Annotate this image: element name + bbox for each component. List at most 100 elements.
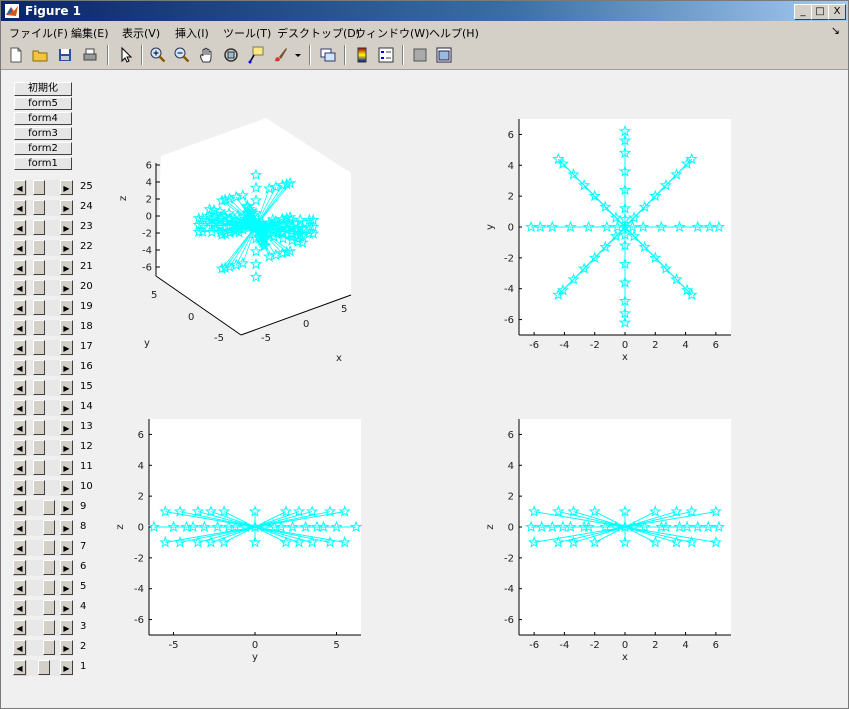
form3-button[interactable]: form3 xyxy=(14,127,72,140)
slider-thumb[interactable] xyxy=(33,180,46,195)
colorbar-icon[interactable] xyxy=(353,46,371,64)
slider-left-arrow-icon[interactable]: ◀ xyxy=(13,520,26,535)
slider-6[interactable]: ◀ ▶ xyxy=(13,560,73,576)
slider-right-arrow-icon[interactable]: ▶ xyxy=(60,580,73,595)
minimize-button[interactable]: _ xyxy=(794,4,812,20)
slider-right-arrow-icon[interactable]: ▶ xyxy=(60,200,73,215)
slider-left-arrow-icon[interactable]: ◀ xyxy=(13,660,26,675)
menu-window[interactable]: ウィンドウ(W) xyxy=(355,25,429,41)
slider-thumb[interactable] xyxy=(33,300,46,315)
slider-thumb[interactable] xyxy=(33,240,46,255)
menu-tools[interactable]: ツール(T) xyxy=(223,25,271,41)
slider-8[interactable]: ◀ ▶ xyxy=(13,520,73,536)
slider-right-arrow-icon[interactable]: ▶ xyxy=(60,280,73,295)
slider-right-arrow-icon[interactable]: ▶ xyxy=(60,420,73,435)
slider-12[interactable]: ◀ ▶ xyxy=(13,440,73,456)
slider-left-arrow-icon[interactable]: ◀ xyxy=(13,340,26,355)
slider-9[interactable]: ◀ ▶ xyxy=(13,500,73,516)
slider-right-arrow-icon[interactable]: ▶ xyxy=(60,620,73,635)
save-icon[interactable] xyxy=(56,46,74,64)
menu-file[interactable]: ファイル(F) xyxy=(9,25,68,41)
slider-right-arrow-icon[interactable]: ▶ xyxy=(60,240,73,255)
menu-desktop[interactable]: デスクトップ(D) xyxy=(277,25,360,41)
slider-right-arrow-icon[interactable]: ▶ xyxy=(60,500,73,515)
slider-thumb[interactable] xyxy=(33,340,46,355)
slider-thumb[interactable] xyxy=(43,500,56,515)
slider-left-arrow-icon[interactable]: ◀ xyxy=(13,540,26,555)
slider-left-arrow-icon[interactable]: ◀ xyxy=(13,360,26,375)
slider-left-arrow-icon[interactable]: ◀ xyxy=(13,260,26,275)
slider-thumb[interactable] xyxy=(33,280,46,295)
slider-thumb[interactable] xyxy=(33,480,46,495)
slider-10[interactable]: ◀ ▶ xyxy=(13,480,73,496)
slider-left-arrow-icon[interactable]: ◀ xyxy=(13,220,26,235)
slider-11[interactable]: ◀ ▶ xyxy=(13,460,73,476)
slider-left-arrow-icon[interactable]: ◀ xyxy=(13,500,26,515)
menu-view[interactable]: 表示(V) xyxy=(122,25,160,41)
slider-left-arrow-icon[interactable]: ◀ xyxy=(13,640,26,655)
slider-right-arrow-icon[interactable]: ▶ xyxy=(60,520,73,535)
menu-edit[interactable]: 編集(E) xyxy=(71,25,109,41)
slider-thumb[interactable] xyxy=(43,520,56,535)
slider-thumb[interactable] xyxy=(43,560,56,575)
slider-7[interactable]: ◀ ▶ xyxy=(13,540,73,556)
slider-thumb[interactable] xyxy=(43,580,56,595)
slider-25[interactable]: ◀ ▶ xyxy=(13,180,73,196)
slider-left-arrow-icon[interactable]: ◀ xyxy=(13,180,26,195)
slider-right-arrow-icon[interactable]: ▶ xyxy=(60,660,73,675)
axes-side-view-xz[interactable]: -6 -4 -2 0 2 4 6 6 4 2 0 -2 -4 -6 x z xyxy=(481,415,751,670)
form2-button[interactable]: form2 xyxy=(14,142,72,155)
maximize-button[interactable]: □ xyxy=(811,4,829,20)
slider-right-arrow-icon[interactable]: ▶ xyxy=(60,320,73,335)
slider-15[interactable]: ◀ ▶ xyxy=(13,380,73,396)
slider-thumb[interactable] xyxy=(33,460,46,475)
slider-left-arrow-icon[interactable]: ◀ xyxy=(13,460,26,475)
slider-24[interactable]: ◀ ▶ xyxy=(13,200,73,216)
slider-right-arrow-icon[interactable]: ▶ xyxy=(60,600,73,615)
slider-2[interactable]: ◀ ▶ xyxy=(13,640,73,656)
menu-insert[interactable]: 挿入(I) xyxy=(175,25,209,41)
zoom-in-icon[interactable] xyxy=(149,46,167,64)
brush-icon[interactable] xyxy=(271,46,289,64)
show-plot-tools-icon[interactable] xyxy=(435,46,453,64)
slider-3[interactable]: ◀ ▶ xyxy=(13,620,73,636)
dock-arrow-icon[interactable]: ↘ xyxy=(831,24,840,37)
slider-17[interactable]: ◀ ▶ xyxy=(13,340,73,356)
axes-side-view-yz[interactable]: -5 0 5 6 4 2 0 -2 -4 -6 y z xyxy=(111,415,381,670)
slider-right-arrow-icon[interactable]: ▶ xyxy=(60,460,73,475)
chevron-down-icon[interactable] xyxy=(293,46,303,64)
data-cursor-icon[interactable] xyxy=(247,46,265,64)
slider-thumb[interactable] xyxy=(33,380,46,395)
slider-thumb[interactable] xyxy=(33,220,46,235)
slider-right-arrow-icon[interactable]: ▶ xyxy=(60,360,73,375)
zoom-out-icon[interactable] xyxy=(173,46,191,64)
slider-right-arrow-icon[interactable]: ▶ xyxy=(60,340,73,355)
slider-left-arrow-icon[interactable]: ◀ xyxy=(13,480,26,495)
open-folder-icon[interactable] xyxy=(31,46,49,64)
close-button[interactable]: X xyxy=(828,4,846,20)
slider-thumb[interactable] xyxy=(33,360,46,375)
slider-thumb[interactable] xyxy=(33,320,46,335)
form1-button[interactable]: form1 xyxy=(14,157,72,170)
slider-thumb[interactable] xyxy=(33,200,46,215)
slider-left-arrow-icon[interactable]: ◀ xyxy=(13,280,26,295)
reset-button[interactable]: 初期化 xyxy=(14,82,72,96)
axes-top-view-xy[interactable]: -6 -4 -2 0 2 4 6 6 4 2 0 -2 -4 -6 x y xyxy=(481,115,751,370)
form5-button[interactable]: form5 xyxy=(14,97,72,110)
slider-thumb[interactable] xyxy=(33,400,46,415)
slider-thumb[interactable] xyxy=(33,440,46,455)
slider-20[interactable]: ◀ ▶ xyxy=(13,280,73,296)
print-icon[interactable] xyxy=(81,46,99,64)
slider-right-arrow-icon[interactable]: ▶ xyxy=(60,380,73,395)
slider-14[interactable]: ◀ ▶ xyxy=(13,400,73,416)
slider-5[interactable]: ◀ ▶ xyxy=(13,580,73,596)
slider-thumb[interactable] xyxy=(43,540,56,555)
slider-18[interactable]: ◀ ▶ xyxy=(13,320,73,336)
slider-right-arrow-icon[interactable]: ▶ xyxy=(60,180,73,195)
slider-left-arrow-icon[interactable]: ◀ xyxy=(13,240,26,255)
slider-right-arrow-icon[interactable]: ▶ xyxy=(60,480,73,495)
slider-right-arrow-icon[interactable]: ▶ xyxy=(60,300,73,315)
slider-21[interactable]: ◀ ▶ xyxy=(13,260,73,276)
slider-thumb[interactable] xyxy=(38,660,51,675)
hide-plot-tools-icon[interactable] xyxy=(411,46,429,64)
